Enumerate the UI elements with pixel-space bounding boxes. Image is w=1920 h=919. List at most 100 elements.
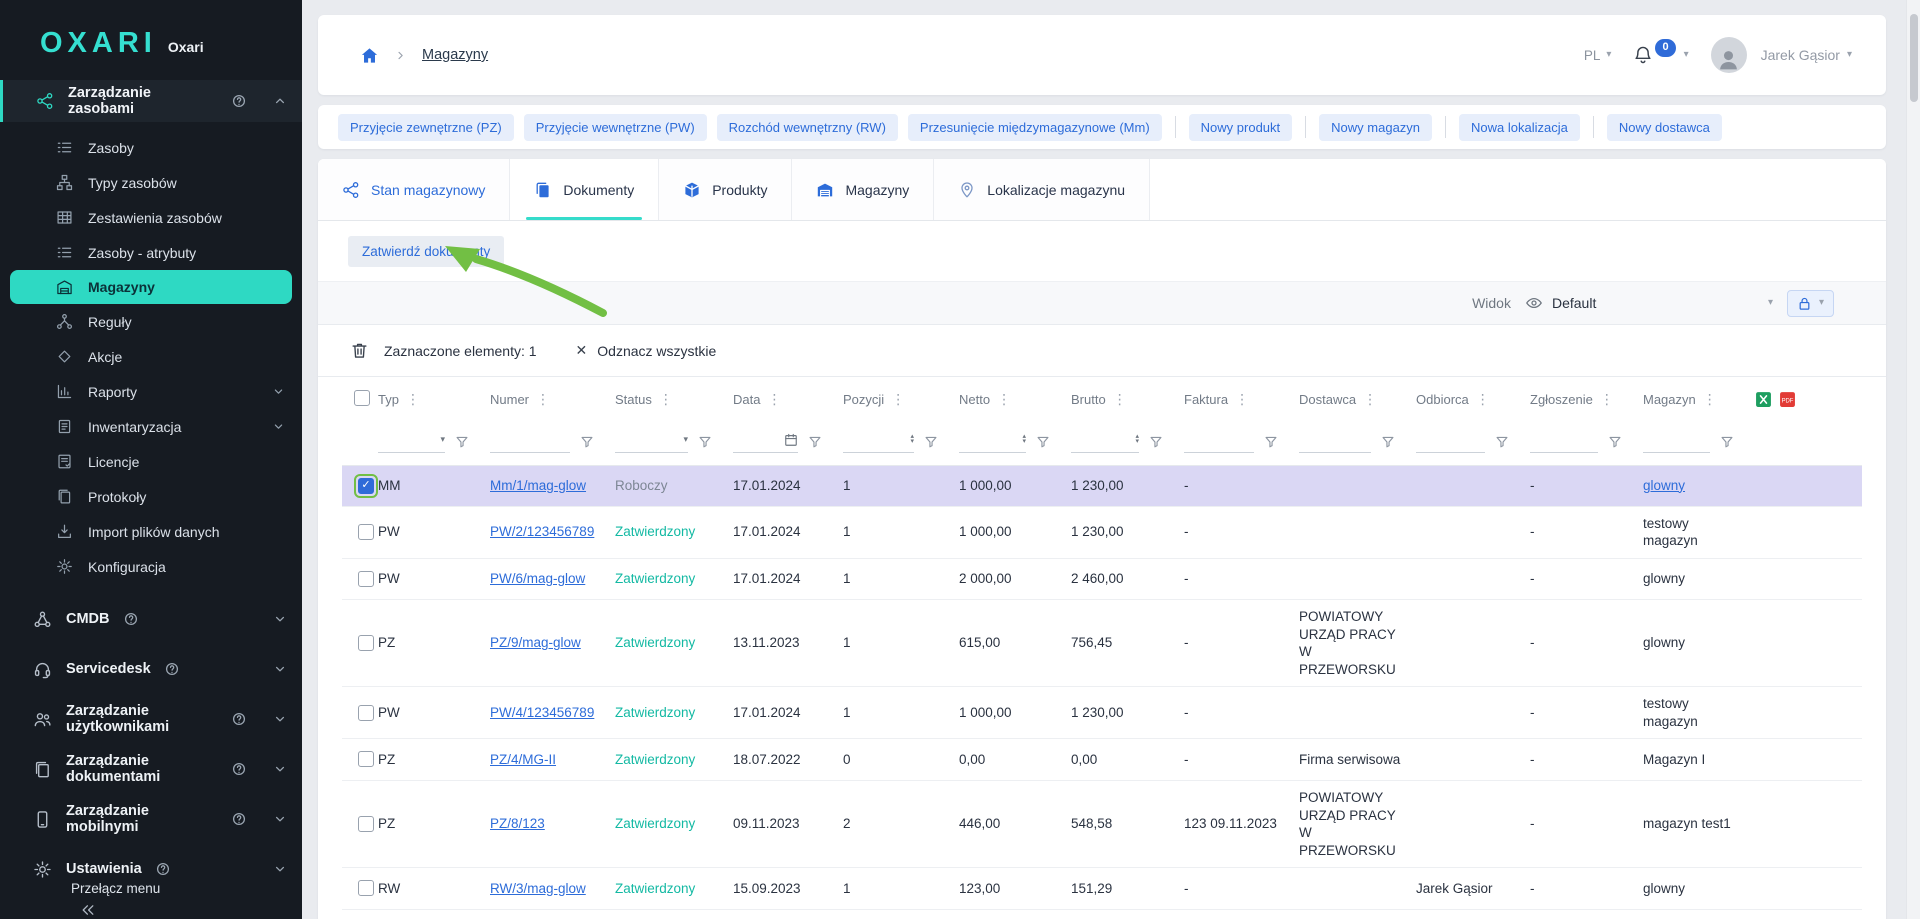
sidebar-section-zarzadzanie-uzytkownikami[interactable]: Zarządzanie użytkownikami xyxy=(0,694,302,744)
home-icon[interactable] xyxy=(360,46,379,65)
action-button-nowy-magazyn[interactable]: Nowy magazyn xyxy=(1319,114,1432,141)
notifications-button[interactable]: 0 ▾ xyxy=(1633,45,1688,65)
filter-input-pozycji[interactable] xyxy=(843,431,907,449)
filter-button-status[interactable] xyxy=(693,430,717,454)
tab-dokumenty[interactable]: Dokumenty xyxy=(510,159,659,220)
language-selector[interactable]: PL ▾ xyxy=(1584,48,1612,63)
column-header-faktura[interactable]: Faktura xyxy=(1184,392,1228,407)
row-checkbox[interactable] xyxy=(358,816,374,832)
column-menu-icon[interactable] xyxy=(1703,391,1717,408)
column-header-typ[interactable]: Typ xyxy=(378,392,399,407)
row-checkbox[interactable] xyxy=(358,880,374,896)
tab-stan-magazynowy[interactable]: Stan magazynowy xyxy=(318,159,510,220)
column-menu-icon[interactable] xyxy=(659,391,673,408)
filter-button-magazyn[interactable] xyxy=(1715,430,1739,454)
filter-button-brutto[interactable] xyxy=(1144,430,1168,454)
column-header-brutto[interactable]: Brutto xyxy=(1071,392,1106,407)
filter-input-dostawca[interactable] xyxy=(1299,431,1371,449)
tab-magazyny[interactable]: Magazyny xyxy=(792,159,934,220)
column-header-data[interactable]: Data xyxy=(733,392,760,407)
column-header-odbiorca[interactable]: Odbiorca xyxy=(1416,392,1469,407)
action-button-rozchod-wewnetrzny-rw[interactable]: Rozchód wewnętrzny (RW) xyxy=(717,114,898,141)
table-row[interactable]: PWPW/4/123456789Zatwierdzony17.01.202411… xyxy=(342,687,1862,739)
column-menu-icon[interactable] xyxy=(997,391,1011,408)
sidebar-item-zasoby[interactable]: Zasoby xyxy=(0,130,302,165)
tab-produkty[interactable]: Produkty xyxy=(659,159,792,220)
column-header-netto[interactable]: Netto xyxy=(959,392,990,407)
row-checkbox[interactable] xyxy=(358,571,374,587)
sidebar-item-protokoly[interactable]: Protokoły xyxy=(0,479,302,514)
sidebar-item-licencje[interactable]: Licencje xyxy=(0,444,302,479)
filter-button-netto[interactable] xyxy=(1031,430,1055,454)
cell-numer[interactable]: Mm/1/mag-glow xyxy=(490,478,586,493)
filter-input-data[interactable] xyxy=(733,431,781,449)
user-avatar[interactable] xyxy=(1711,37,1747,73)
sidebar-item-magazyny[interactable]: Magazyny xyxy=(10,270,292,304)
column-header-status[interactable]: Status xyxy=(615,392,652,407)
action-button-nowa-lokalizacja[interactable]: Nowa lokalizacja xyxy=(1459,114,1580,141)
column-menu-icon[interactable] xyxy=(1363,391,1377,408)
user-menu[interactable]: Jarek Gąsior ▾ xyxy=(1761,47,1852,63)
filter-input-brutto[interactable] xyxy=(1071,431,1132,449)
column-menu-icon[interactable] xyxy=(1113,391,1127,408)
column-header-numer[interactable]: Numer xyxy=(490,392,529,407)
column-header-zgloszenie[interactable]: Zgłoszenie xyxy=(1530,392,1593,407)
sidebar-item-zasoby-atrybuty[interactable]: Zasoby - atrybuty xyxy=(0,235,302,270)
sidebar-item-zestawienia-zasobow[interactable]: Zestawienia zasobów xyxy=(0,200,302,235)
column-menu-icon[interactable] xyxy=(1476,391,1490,408)
cell-numer[interactable]: PW/4/123456789 xyxy=(490,705,594,720)
oxari-logo[interactable]: OXARI Oxari xyxy=(0,0,302,80)
row-checkbox[interactable] xyxy=(358,635,374,651)
action-button-przyjecie-wewnetrzne-pw[interactable]: Przyjęcie wewnętrzne (PW) xyxy=(524,114,707,141)
column-header-dostawca[interactable]: Dostawca xyxy=(1299,392,1356,407)
filter-button-pozycji[interactable] xyxy=(919,430,943,454)
filter-input-numer[interactable] xyxy=(490,431,570,449)
cell-magazyn[interactable]: glowny xyxy=(1643,478,1685,493)
table-row[interactable]: MMMm/1/mag-glowRoboczy17.01.202411 000,0… xyxy=(342,465,1862,506)
calendar-icon[interactable] xyxy=(784,433,798,447)
caret-down-icon[interactable]: ▾ xyxy=(440,434,445,445)
filter-button-data[interactable] xyxy=(803,430,827,454)
toggle-menu-button[interactable]: Przełącz menu xyxy=(0,873,302,919)
lock-view-button[interactable]: ▾ xyxy=(1787,290,1834,317)
number-stepper[interactable]: ▴▾ xyxy=(910,435,914,444)
column-header-pozycji[interactable]: Pozycji xyxy=(843,392,884,407)
breadcrumb-current[interactable]: Magazyny xyxy=(422,47,488,63)
filter-button-dostawca[interactable] xyxy=(1376,430,1400,454)
cell-numer[interactable]: PZ/8/123 xyxy=(490,816,545,831)
trash-icon[interactable] xyxy=(350,341,369,360)
cell-numer[interactable]: RW/3/mag-glow xyxy=(490,881,586,896)
filter-input-zgloszenie[interactable] xyxy=(1530,431,1598,449)
sidebar-item-inwentaryzacja[interactable]: Inwentaryzacja xyxy=(0,409,302,444)
row-checkbox[interactable] xyxy=(358,478,374,494)
filter-button-typ[interactable] xyxy=(450,430,474,454)
column-menu-icon[interactable] xyxy=(891,391,905,408)
table-row[interactable]: PZPZ/8/123Zatwierdzony09.11.20232446,005… xyxy=(342,780,1862,867)
caret-down-icon[interactable]: ▾ xyxy=(683,434,688,445)
filter-input-typ[interactable] xyxy=(378,431,437,449)
action-button-przyjecie-zewnetrzne-pz[interactable]: Przyjęcie zewnętrzne (PZ) xyxy=(338,114,514,141)
sidebar-section-zarzadzanie-dokumentami[interactable]: Zarządzanie dokumentami xyxy=(0,744,302,794)
number-stepper[interactable]: ▴▾ xyxy=(1022,435,1026,444)
sidebar-item-akcje[interactable]: Akcje xyxy=(0,339,302,374)
cell-numer[interactable]: PW/2/123456789 xyxy=(490,524,594,539)
action-button-przesuniecie-miedzymagazynowe-mm[interactable]: Przesunięcie międzymagazynowe (Mm) xyxy=(908,114,1162,141)
select-all-checkbox[interactable] xyxy=(354,390,370,406)
sidebar-section-zarzadzanie-mobilnymi[interactable]: Zarządzanie mobilnymi xyxy=(0,794,302,844)
column-header-magazyn[interactable]: Magazyn xyxy=(1643,392,1696,407)
cell-numer[interactable]: PW/6/mag-glow xyxy=(490,571,585,586)
column-menu-icon[interactable] xyxy=(406,391,420,408)
action-button-nowy-produkt[interactable]: Nowy produkt xyxy=(1189,114,1292,141)
sidebar-item-reguly[interactable]: Reguły xyxy=(0,304,302,339)
filter-button-odbiorca[interactable] xyxy=(1490,430,1514,454)
filter-button-zgloszenie[interactable] xyxy=(1603,430,1627,454)
table-row[interactable]: PZPZ/4/MG-IIZatwierdzony18.07.202200,000… xyxy=(342,739,1862,781)
column-menu-icon[interactable] xyxy=(1600,391,1614,408)
filter-button-numer[interactable] xyxy=(575,430,599,454)
table-row[interactable]: PWPW/2/123456789Zatwierdzony17.01.202411… xyxy=(342,506,1862,558)
column-menu-icon[interactable] xyxy=(767,391,781,408)
sidebar-item-import-plikow-danych[interactable]: Import plików danych xyxy=(0,514,302,549)
sidebar-item-raporty[interactable]: Raporty xyxy=(0,374,302,409)
filter-input-odbiorca[interactable] xyxy=(1416,431,1485,449)
filter-input-magazyn[interactable] xyxy=(1643,431,1710,449)
